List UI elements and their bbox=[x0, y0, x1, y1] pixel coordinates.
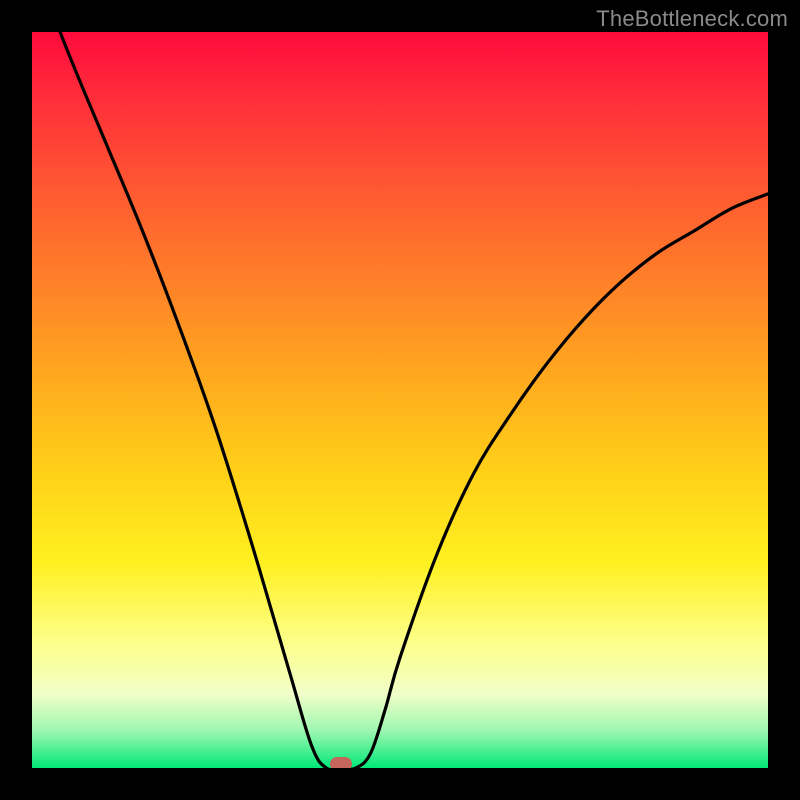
bottleneck-curve bbox=[32, 32, 768, 768]
plot-area bbox=[32, 32, 768, 768]
optimal-marker-icon bbox=[330, 757, 352, 768]
watermark-label: TheBottleneck.com bbox=[596, 6, 788, 32]
chart-frame: TheBottleneck.com bbox=[0, 0, 800, 800]
